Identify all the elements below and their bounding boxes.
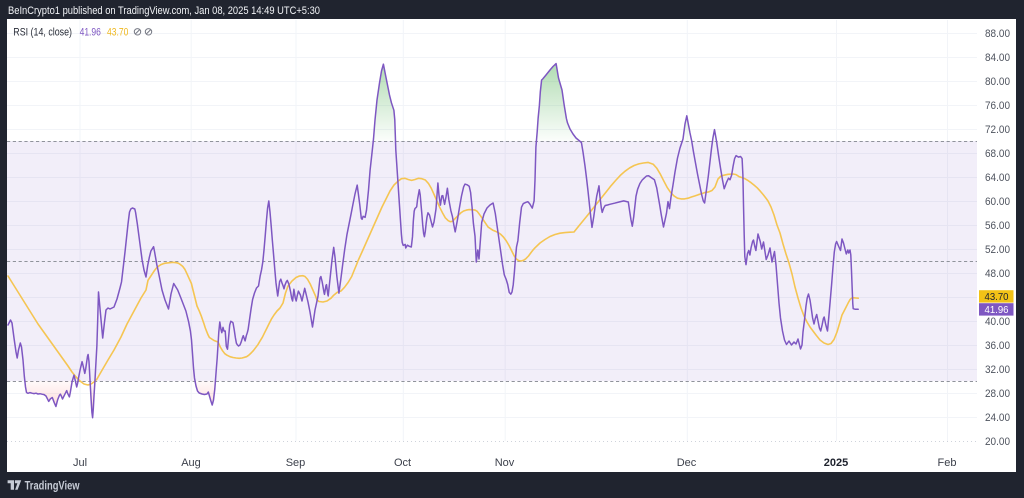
- svg-text:Sep: Sep: [286, 457, 306, 469]
- svg-text:24.00: 24.00: [985, 412, 1010, 424]
- svg-text:64.00: 64.00: [985, 172, 1010, 184]
- svg-text:48.00: 48.00: [985, 268, 1010, 280]
- svg-text:2025: 2025: [824, 457, 848, 469]
- svg-text:RSI (14, close): RSI (14, close): [13, 27, 72, 39]
- svg-text:60.00: 60.00: [985, 196, 1010, 208]
- svg-text:Feb: Feb: [938, 457, 957, 469]
- svg-text:43.70: 43.70: [107, 27, 128, 39]
- svg-text:Dec: Dec: [677, 457, 697, 469]
- svg-text:20.00: 20.00: [985, 436, 1010, 448]
- svg-text:TradingView: TradingView: [25, 478, 81, 492]
- svg-text:Nov: Nov: [495, 457, 515, 469]
- svg-text:52.00: 52.00: [985, 244, 1010, 256]
- svg-text:76.00: 76.00: [985, 100, 1010, 112]
- svg-text:Oct: Oct: [394, 457, 411, 469]
- svg-text:Jul: Jul: [73, 457, 87, 469]
- svg-text:72.00: 72.00: [985, 124, 1010, 136]
- svg-text:68.00: 68.00: [985, 148, 1010, 160]
- svg-text:32.00: 32.00: [985, 364, 1010, 376]
- svg-text:41.96: 41.96: [80, 27, 101, 39]
- svg-text:36.00: 36.00: [985, 340, 1010, 352]
- svg-text:80.00: 80.00: [985, 76, 1010, 88]
- svg-text:43.70: 43.70: [985, 291, 1009, 303]
- svg-text:BeInCrypto1 published on Tradi: BeInCrypto1 published on TradingView.com…: [8, 5, 320, 17]
- svg-text:56.00: 56.00: [985, 220, 1010, 232]
- svg-text:40.00: 40.00: [985, 316, 1010, 328]
- svg-text:Aug: Aug: [181, 457, 201, 469]
- svg-text:84.00: 84.00: [985, 52, 1010, 64]
- svg-text:88.00: 88.00: [985, 28, 1010, 40]
- svg-text:41.96: 41.96: [985, 304, 1009, 316]
- svg-text:28.00: 28.00: [985, 388, 1010, 400]
